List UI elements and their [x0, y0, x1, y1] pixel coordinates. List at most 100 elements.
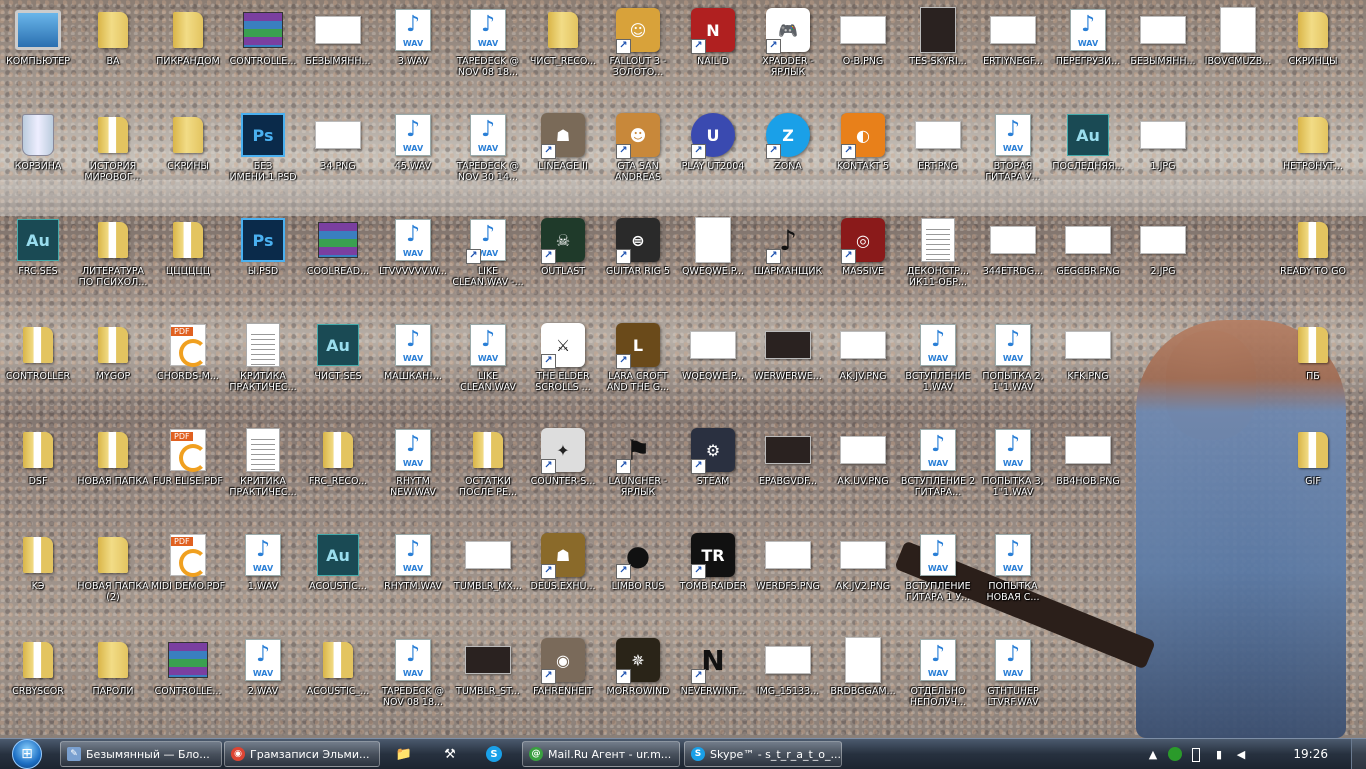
desktop-icon[interactable]: 1.JPG — [1125, 111, 1201, 172]
desktop-icon[interactable]: ВСТУПЛЕНИЕ 1.WAV — [900, 321, 976, 393]
desktop-icon[interactable]: IMG_15133... — [750, 636, 826, 697]
desktop-icon[interactable]: 344ETRDG... — [975, 216, 1051, 277]
desktop-icon[interactable]: ПАРОЛИ — [75, 636, 151, 697]
desktop-icon[interactable]: LIKE CLEAN.WAV — [450, 321, 526, 393]
desktop-icon[interactable]: БЕЗЫМЯНН... — [300, 6, 376, 67]
skype-quick-icon[interactable]: S — [486, 746, 502, 762]
desktop-icon[interactable]: СКРИНЫ — [150, 111, 226, 172]
desktop-icon[interactable]: QWEQWE.P... — [675, 216, 751, 277]
desktop-icon[interactable]: KЭ — [0, 531, 76, 592]
battery-icon[interactable] — [1192, 748, 1200, 762]
desktop-icon[interactable]: СКРИНЦЫ — [1275, 6, 1351, 67]
desktop-icon[interactable]: ВА — [75, 6, 151, 67]
desktop-icon[interactable]: ⚔ ↗ THE ELDER SCROLLS ... — [525, 321, 601, 393]
desktop-icon[interactable]: КРИТИКА ПРАКТИЧЕС... — [225, 321, 301, 393]
desktop-icon[interactable]: DSF — [0, 426, 76, 487]
desktop-icon[interactable]: НОВАЯ ПАПКА (2) — [75, 531, 151, 603]
desktop-icon[interactable]: TAPEDECK @ NOV 08 18... — [375, 636, 451, 708]
desktop-icon[interactable]: FUR ELISE.PDF — [150, 426, 226, 487]
desktop-icon[interactable]: ERTIYNEGF... — [975, 6, 1051, 67]
desktop-icon[interactable]: ЧИСТ_RECO... — [525, 6, 601, 67]
desktop-icon[interactable]: ↗ LIKE CLEAN.WAV -... — [450, 216, 526, 288]
desktop-icon[interactable]: Ps БЕЗ ИМЕНИ-1.PSD — [225, 111, 301, 183]
desktop-icon[interactable]: КОМПЬЮТЕР — [0, 6, 76, 67]
desktop-icon[interactable]: 45.WAV — [375, 111, 451, 172]
desktop-icon[interactable]: ПИКРАНДОМ — [150, 6, 226, 67]
desktop-icon[interactable]: BB4HOB.PNG — [1050, 426, 1126, 487]
desktop-icon[interactable]: ◎ ↗ MASSIVE — [825, 216, 901, 277]
desktop-icon[interactable]: ПОПЫТКА НОВАЯ С... — [975, 531, 1051, 603]
desktop-icon[interactable]: EPABGVDF... — [750, 426, 826, 487]
desktop-icon[interactable]: ● ↗ LIMBO RUS — [600, 531, 676, 593]
desktop-icon[interactable]: 34.PNG — [300, 111, 376, 172]
desktop-icon[interactable]: WERWERWE... — [750, 321, 826, 382]
task-notepad[interactable]: ✎ Безымянный — Бло... — [60, 741, 222, 767]
desktop-icon[interactable]: ✵ ↗ MORROWIND — [600, 636, 676, 697]
desktop-icon[interactable]: GTHTUHEP LTVRF.WAV — [975, 636, 1051, 708]
desktop-icon[interactable]: CONTROLLE... — [150, 636, 226, 697]
desktop-icon[interactable]: ☗ ↗ LINEAGE II — [525, 111, 601, 172]
desktop-icon[interactable]: WQEQWE.P... — [675, 321, 751, 382]
task-skype[interactable]: S Skype™ - s_t_r_a_t_o_... — [684, 741, 842, 767]
desktop-icon[interactable]: ПОПЫТКА 2, 1"1.WAV — [975, 321, 1051, 393]
desktop-icon[interactable]: 2.JPG — [1125, 216, 1201, 277]
desktop-icon[interactable]: ПЕРЕГРУЗИ... — [1050, 6, 1126, 67]
desktop-icon[interactable]: Ps Ы.PSD — [225, 216, 301, 277]
desktop-icon[interactable]: 1.WAV — [225, 531, 301, 592]
task-chrome[interactable]: ◉ Грамзаписи Эльми... — [224, 741, 380, 767]
start-button[interactable]: ⊞ — [6, 739, 48, 769]
desktop-icon[interactable]: IBOVCMUZB... — [1200, 6, 1276, 67]
desktop-icon[interactable]: FRC_RECO... — [300, 426, 376, 487]
desktop-icon[interactable]: ☠ ↗ OUTLAST — [525, 216, 601, 277]
desktop-icon[interactable]: CONTROLLE... — [225, 6, 301, 67]
desktop-icon[interactable]: Au FRC.SES — [0, 216, 76, 277]
desktop-icon[interactable]: ☻ ↗ GTA SAN ANDREAS — [600, 111, 676, 183]
show-hidden-icons-button[interactable]: ▲ — [1146, 747, 1160, 761]
desktop-icon[interactable]: МАШКАН!... — [375, 321, 451, 382]
desktop-icon[interactable]: N ↗ NAIL'D — [675, 6, 751, 67]
desktop-icon[interactable]: ЦЦЦЦЦЦ — [150, 216, 226, 277]
desktop-icon[interactable]: TAPEDECK @ NOV 30 14... — [450, 111, 526, 183]
desktop-icon[interactable]: CHORDS-M... — [150, 321, 226, 382]
desktop-icon[interactable]: CRBYSCOR — [0, 636, 76, 697]
desktop-icon[interactable]: TR ↗ TOMB RAIDER — [675, 531, 751, 592]
desktop-icon[interactable]: Au ЧИСТ.SES — [300, 321, 376, 382]
desktop-icon[interactable]: КРИТИКА ПРАКТИЧЕС... — [225, 426, 301, 498]
clock[interactable]: 19:26 — [1293, 747, 1328, 761]
desktop-icon[interactable]: ПОПЫТКА 3, 1"1.WAV — [975, 426, 1051, 498]
desktop-icon[interactable]: ЛИТЕРАТУРА ПО ПСИХОЛ... — [75, 216, 151, 288]
desktop-icon[interactable]: WERDFS.PNG — [750, 531, 826, 592]
desktop-icon[interactable]: ИСТОРИЯ МИРОВОГ... — [75, 111, 151, 183]
mailru-tray-icon[interactable] — [1168, 747, 1182, 761]
desktop-icon[interactable]: ◐ ↗ KONTAKT 5 — [825, 111, 901, 172]
desktop-icon[interactable]: ♪ ↗ ШАРМАНЩИК — [750, 216, 826, 278]
desktop-icon[interactable]: BRDBGGAM... — [825, 636, 901, 697]
desktop-icon[interactable]: READY TO GO — [1275, 216, 1351, 277]
desktop-icon[interactable]: L ↗ LARA CROFT AND THE G... — [600, 321, 676, 393]
desktop-icon[interactable]: ОСТАТКИ ПОСЛЕ РЕ... — [450, 426, 526, 498]
desktop-icon[interactable]: AK.JV.PNG — [825, 321, 901, 382]
desktop-icon[interactable]: ⚑ ↗ LAUNCHER - ЯРЛЫК — [600, 426, 676, 499]
desktop-icon[interactable]: ERT.PNG — [900, 111, 976, 172]
desktop-icon[interactable]: RHYTM NEW.WAV — [375, 426, 451, 498]
desktop-icon[interactable]: Au ПОСЛЕДНЯЯ... — [1050, 111, 1126, 172]
desktop-icon[interactable]: N ↗ NEVERWINT... — [675, 636, 751, 698]
desktop-icon[interactable]: НЕТРОНУТ... — [1275, 111, 1351, 172]
desktop-icon[interactable]: AK.UV.PNG — [825, 426, 901, 487]
desktop-icon[interactable]: 🎮 ↗ XPADDER - ЯРЛЫК — [750, 6, 826, 78]
desktop-icon[interactable]: TUMBLR_MX... — [450, 531, 526, 592]
desktop-icon[interactable]: ⊜ ↗ GUITAR RIG 5 — [600, 216, 676, 277]
desktop-icon[interactable]: TAPEDECK @ NOV 08 18... — [450, 6, 526, 78]
desktop-icon[interactable]: AK.JV2.PNG — [825, 531, 901, 592]
desktop-icon[interactable]: ◉ ↗ FAHRENHEIT — [525, 636, 601, 697]
desktop-icon[interactable]: O-B.PNG — [825, 6, 901, 67]
desktop-icon[interactable]: 3.WAV — [375, 6, 451, 67]
desktop-icon[interactable]: RHYTM.WAV — [375, 531, 451, 592]
desktop-icon[interactable]: GIF — [1275, 426, 1351, 487]
desktop-icon[interactable]: MIDI DEMO.PDF — [150, 531, 226, 592]
desktop-icon[interactable]: ВСТУПЛЕНИЕ 2 ГИТАРА... — [900, 426, 976, 498]
desktop-icon[interactable]: ВСТУПЛЕНИЕ ГИТАРА 1 У... — [900, 531, 976, 603]
desktop-icon[interactable]: НОВАЯ ПАПКА — [75, 426, 151, 487]
desktop-icon[interactable]: MYGOP — [75, 321, 151, 382]
desktop-icon[interactable]: KFK.PNG — [1050, 321, 1126, 382]
